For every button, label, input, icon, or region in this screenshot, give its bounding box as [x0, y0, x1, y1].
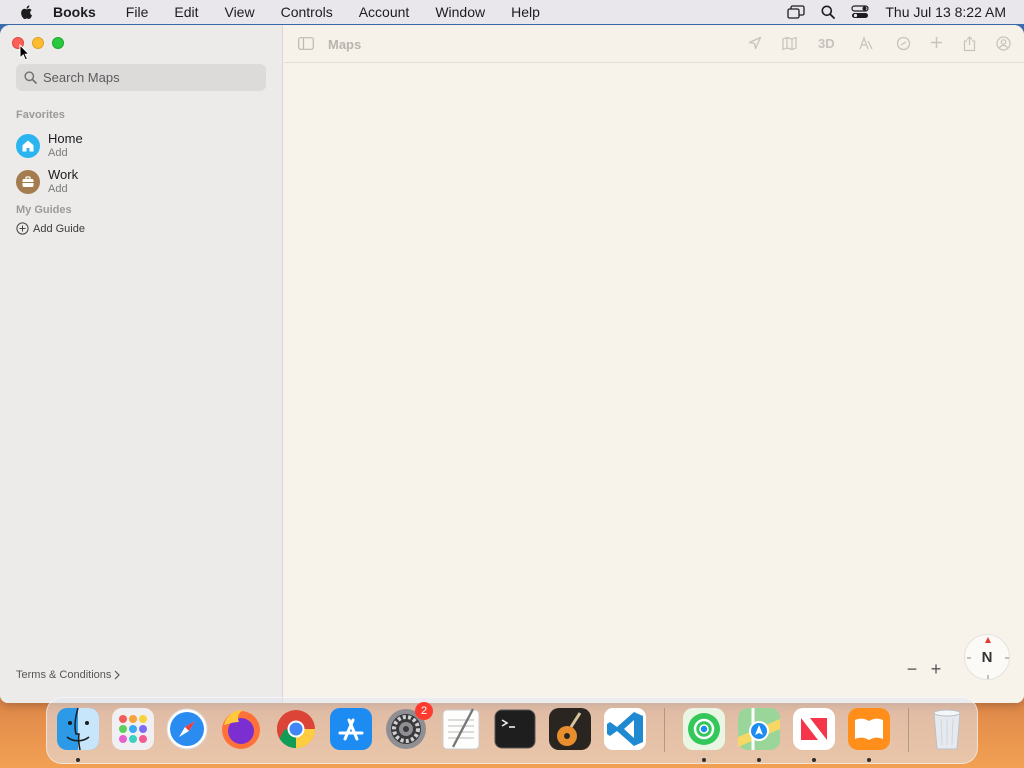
apple-menu-icon[interactable] [19, 4, 35, 20]
notification-badge: 2 [415, 702, 433, 720]
launchpad-icon [112, 708, 154, 750]
favorite-name: Work [48, 167, 79, 182]
favorites-heading: Favorites [16, 109, 65, 121]
search-input[interactable] [43, 70, 253, 85]
dock-divider [908, 708, 909, 752]
books-icon [848, 708, 890, 750]
menu-bar: Books File Edit View Controls Account Wi… [0, 0, 1024, 24]
location-icon[interactable] [748, 36, 762, 50]
app-store-icon [330, 708, 372, 750]
dock-books[interactable] [846, 706, 892, 752]
chrome-icon [276, 710, 316, 749]
dock-news[interactable] [791, 706, 837, 752]
dock-launchpad[interactable] [110, 706, 156, 752]
running-indicator [757, 758, 761, 762]
chevron-right-icon [114, 670, 121, 680]
dock-find-my[interactable] [681, 706, 727, 752]
window-toolbar: Maps 3D [284, 25, 1024, 63]
news-icon [793, 708, 835, 750]
dock-vscode[interactable] [602, 706, 648, 752]
guitar-icon [549, 708, 591, 750]
map-canvas[interactable] [284, 64, 1024, 703]
terms-label: Terms & Conditions [16, 669, 112, 681]
finder-icon [57, 707, 99, 751]
search-field[interactable] [16, 64, 266, 91]
dock-textedit[interactable] [438, 706, 484, 752]
add-guide-button[interactable]: Add Guide [16, 222, 85, 235]
menubar-clock[interactable]: Thu Jul 13 8:22 AM [885, 4, 1006, 20]
window-title: Maps [328, 37, 362, 52]
favorite-work[interactable]: Work Add [16, 168, 78, 196]
trash-icon [933, 709, 961, 750]
textedit-icon [442, 708, 480, 750]
briefcase-icon [16, 170, 40, 194]
3d-button[interactable]: 3D [818, 36, 835, 51]
plus-circle-icon [16, 222, 29, 235]
vscode-icon [604, 708, 646, 750]
account-icon[interactable] [996, 36, 1011, 51]
search-icon [24, 71, 37, 84]
my-guides-heading: My Guides [16, 204, 72, 216]
compass-north-label: N [981, 648, 993, 666]
running-indicator [867, 758, 871, 762]
zoom-button[interactable] [52, 37, 64, 49]
look-around-icon[interactable] [858, 36, 874, 51]
zoom-out-button[interactable]: − [906, 659, 918, 679]
zoom-controls: − + [906, 659, 942, 679]
tracking-icon[interactable] [896, 36, 911, 51]
mouse-cursor-icon [19, 43, 31, 66]
favorite-home[interactable]: Home Add [16, 132, 83, 160]
running-indicator [76, 758, 80, 762]
dock-app-store[interactable] [328, 706, 374, 752]
running-indicator [702, 758, 706, 762]
house-icon [16, 134, 40, 158]
dock-maps[interactable] [736, 706, 782, 752]
dock-trash[interactable] [924, 706, 970, 752]
dock-chrome[interactable] [273, 706, 319, 752]
menu-view[interactable]: View [224, 4, 254, 20]
dock-terminal[interactable] [492, 706, 538, 752]
menu-help[interactable]: Help [511, 4, 540, 20]
add-guide-label: Add Guide [33, 222, 85, 235]
minimize-button[interactable] [32, 37, 44, 49]
dock-firefox[interactable] [218, 706, 264, 752]
dock-finder[interactable] [55, 706, 101, 752]
spotlight-icon[interactable] [821, 5, 836, 19]
dock-system-settings[interactable]: 2 [383, 702, 433, 752]
terminal-icon [494, 709, 536, 749]
favorite-name: Home [48, 131, 83, 146]
zoom-in-button[interactable]: + [930, 659, 942, 679]
firefox-icon [222, 710, 260, 749]
share-icon[interactable] [963, 36, 976, 52]
dock-divider [664, 708, 665, 752]
sidebar-toggle-icon[interactable] [298, 37, 314, 50]
display-icon[interactable] [787, 5, 806, 19]
menu-window[interactable]: Window [435, 4, 485, 20]
dock-safari[interactable] [164, 706, 210, 752]
menu-app-name[interactable]: Books [53, 4, 96, 20]
map-mode-icon[interactable] [782, 36, 797, 51]
menu-controls[interactable]: Controls [281, 4, 333, 20]
add-icon[interactable] [930, 36, 943, 49]
terms-link[interactable]: Terms & Conditions [16, 669, 121, 681]
favorite-add-label[interactable]: Add [48, 146, 83, 160]
sidebar: Favorites Home Add Work [0, 25, 283, 703]
favorite-add-label[interactable]: Add [48, 182, 78, 196]
dock-garageband[interactable] [547, 706, 593, 752]
dock: 2 [46, 697, 978, 764]
maps-icon [738, 708, 780, 750]
compass-button[interactable]: N [964, 634, 1010, 680]
menu-edit[interactable]: Edit [174, 4, 198, 20]
menu-account[interactable]: Account [359, 4, 410, 20]
safari-icon [166, 708, 208, 750]
control-center-icon[interactable] [851, 5, 869, 19]
running-indicator [812, 758, 816, 762]
maps-window: Favorites Home Add Work [0, 25, 1024, 703]
find-my-icon [683, 708, 725, 750]
menu-file[interactable]: File [126, 4, 149, 20]
